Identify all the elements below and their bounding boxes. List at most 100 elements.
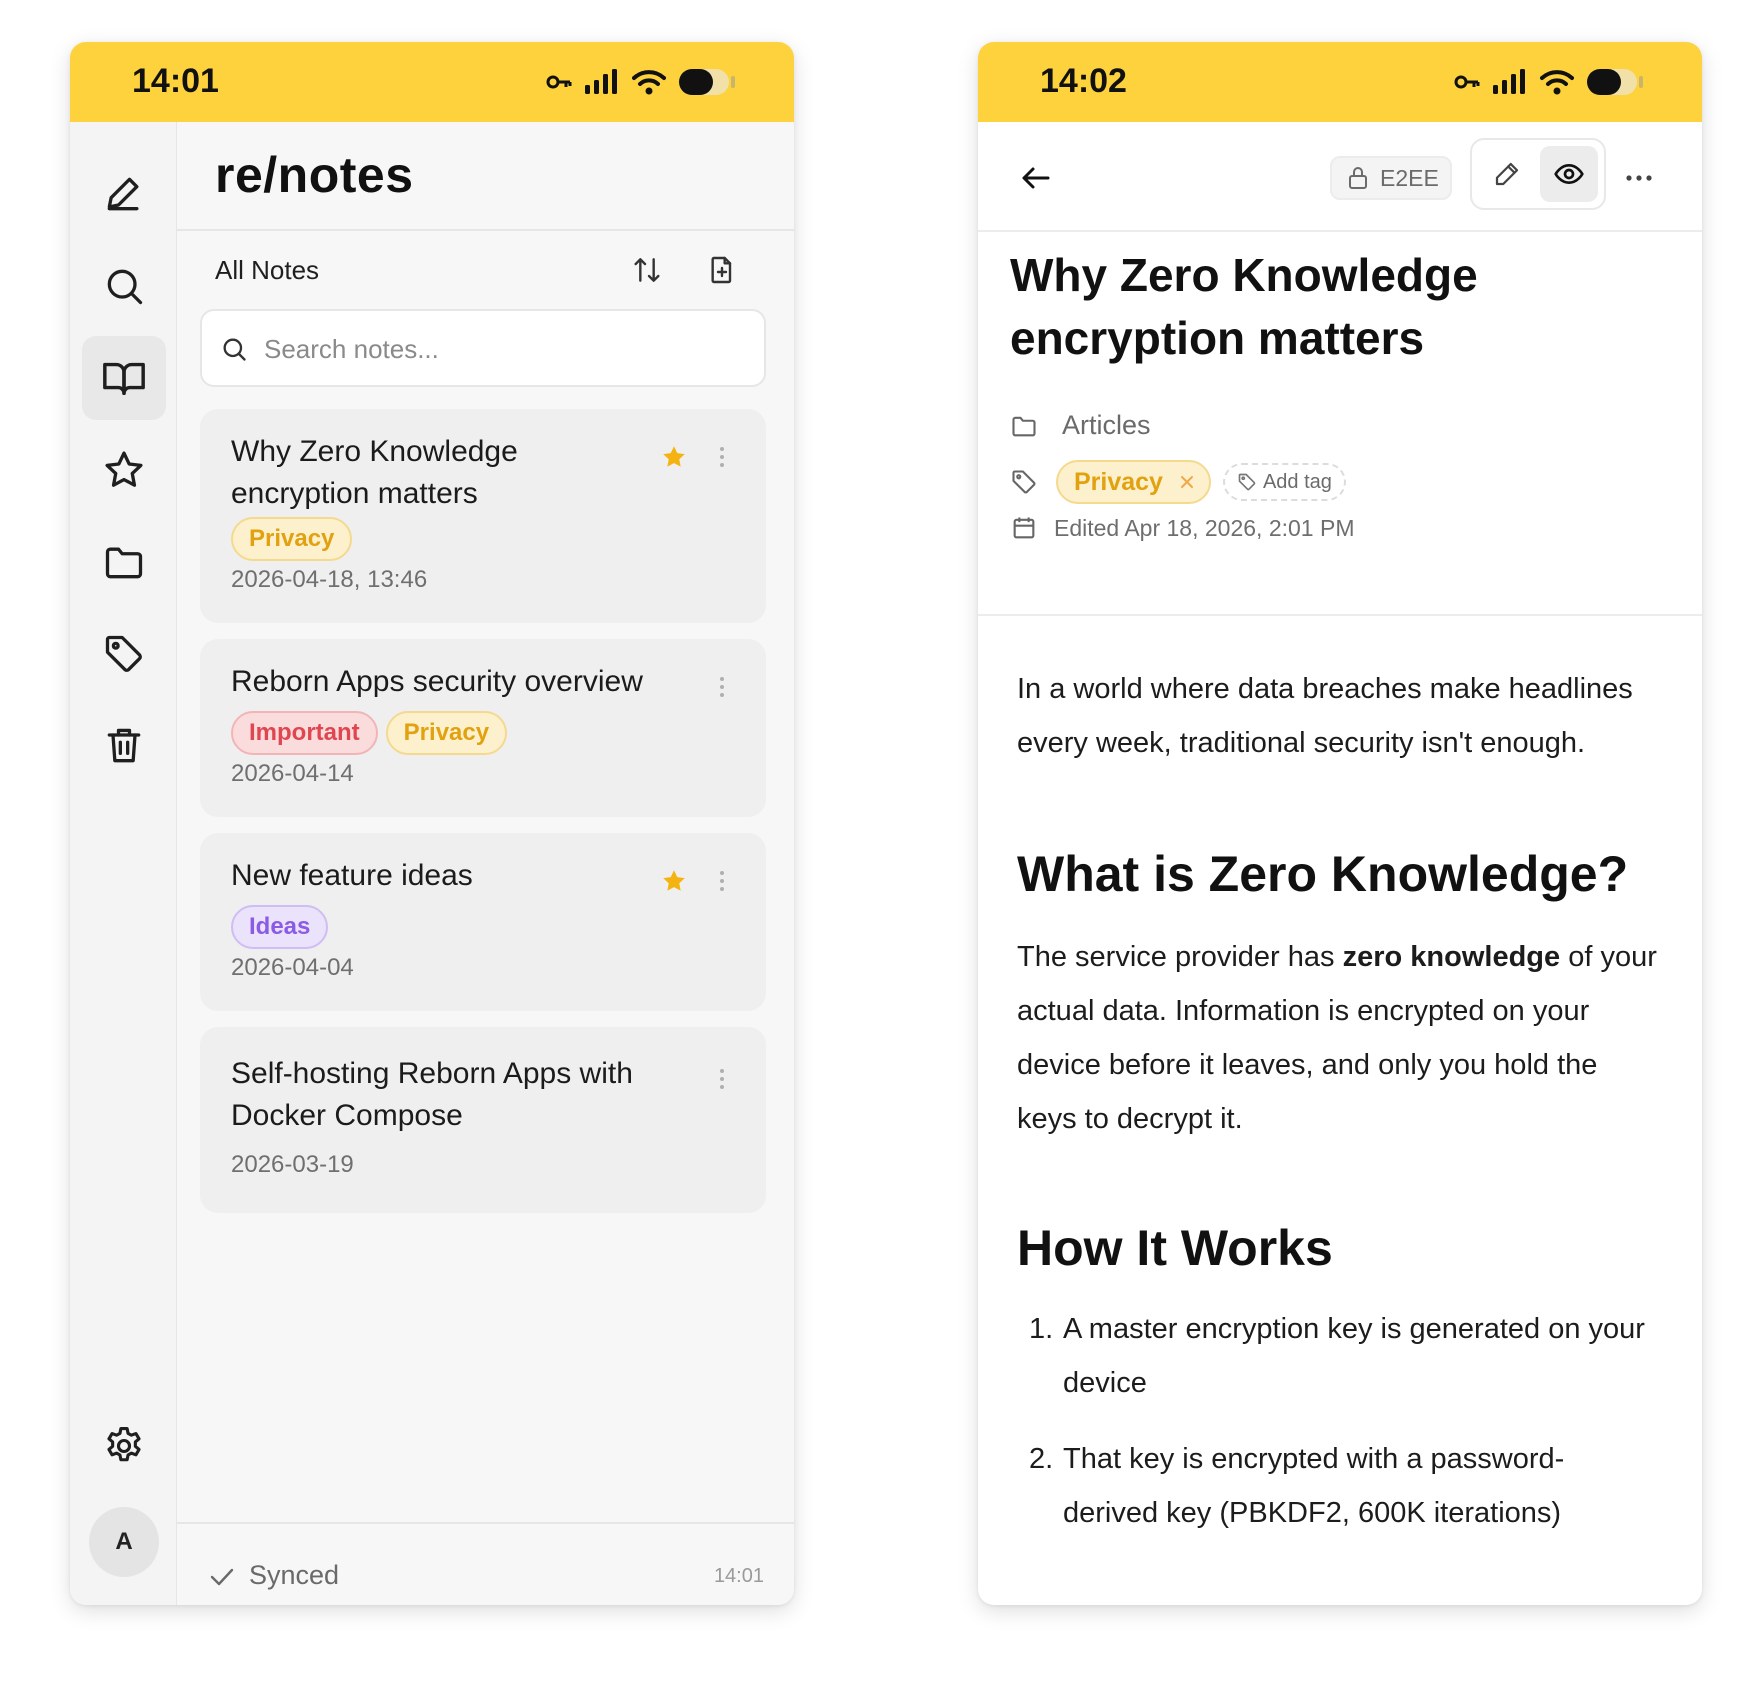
folder-icon <box>1012 416 1036 436</box>
wifi-icon <box>1540 68 1574 96</box>
book-open-icon <box>103 362 145 396</box>
tag-privacy[interactable]: Privacy <box>385 711 508 755</box>
note-card[interactable]: Why Zero Knowledge encryption matters Pr… <box>200 409 766 623</box>
more-vertical-icon[interactable] <box>712 869 732 893</box>
intro-paragraph: In a world where data breaches make head… <box>1017 673 1633 759</box>
heading-how-it-works: How It Works <box>1017 1220 1333 1276</box>
note-detail-screen: 14:02 E2EE Why Zero Knowledge encryption… <box>978 42 1702 1605</box>
sort-arrows-icon <box>634 258 660 282</box>
sync-status: Synced <box>249 1560 340 1590</box>
star-filled-icon[interactable] <box>660 443 688 471</box>
e2ee-label: E2EE <box>1380 164 1439 191</box>
e2ee-badge: E2EE <box>1330 156 1452 200</box>
list-item: 2. That key is encrypted with a password-… <box>1029 1443 1565 1529</box>
close-icon[interactable] <box>1179 474 1195 490</box>
vpn-key-icon <box>1454 74 1480 90</box>
notes-list-screen: 14:01 A re/notes All Notes Search notes.… <box>70 42 794 1605</box>
edit-mode-button[interactable] <box>1478 146 1536 202</box>
notes-list-pane: re/notes All Notes Why Zero Knowledge en… <box>177 122 794 1605</box>
note-title: New feature ideas <box>231 859 473 892</box>
rail-search-button[interactable] <box>82 244 166 328</box>
note-card[interactable]: Reborn Apps security overview Important … <box>200 639 766 817</box>
settings-button[interactable] <box>82 1404 166 1488</box>
zk-paragraph: The service provider has zero knowledge … <box>1017 941 1657 1135</box>
tag-icon <box>105 635 142 672</box>
battery-icon <box>678 68 736 96</box>
search-icon <box>223 338 246 361</box>
tag-privacy[interactable]: Privacy <box>231 517 353 561</box>
status-time: 14:01 <box>132 62 219 100</box>
pencil-icon <box>107 177 139 211</box>
folder-icon <box>105 547 143 579</box>
tag-chip-label: Privacy <box>1074 467 1163 496</box>
more-vertical-icon[interactable] <box>712 1067 732 1091</box>
heading-what-is-zk: What is Zero Knowledge? <box>1017 846 1629 902</box>
sync-time: 14:01 <box>713 1565 764 1587</box>
wifi-icon <box>632 68 666 96</box>
star-filled-icon[interactable] <box>660 867 688 895</box>
signal-icon <box>584 69 620 95</box>
pencil-icon <box>1495 162 1519 186</box>
avatar[interactable]: A <box>89 1507 159 1577</box>
new-note-button[interactable] <box>82 152 166 236</box>
trash-icon <box>107 728 141 763</box>
more-horizontal-icon <box>1626 175 1652 181</box>
mode-toggle <box>1470 138 1606 210</box>
vpn-key-icon <box>546 74 572 90</box>
gear-icon <box>107 1427 141 1462</box>
note-date: 2026-04-18, 13:46 <box>231 566 428 593</box>
note-title: Why Zero Knowledge encryption matters <box>231 435 518 510</box>
add-tag-label: Add tag <box>1262 470 1332 493</box>
rail-all-notes-button[interactable] <box>82 336 166 420</box>
more-options-button[interactable] <box>1614 158 1664 198</box>
tag-icon <box>1238 473 1256 491</box>
lock-icon <box>1349 167 1367 189</box>
file-plus-icon <box>711 256 732 284</box>
tag-icon <box>1012 470 1036 494</box>
search-icon <box>107 269 143 305</box>
note-toolbar: E2EE <box>978 122 1702 230</box>
tags-row: Privacy Add tag <box>1010 460 1346 504</box>
more-vertical-icon[interactable] <box>712 445 732 469</box>
rail-folders-button[interactable] <box>82 520 166 604</box>
note-card[interactable]: New feature ideas Ideas 2026-04-04 <box>200 833 766 1011</box>
search-input[interactable] <box>262 325 746 373</box>
folder-name: Articles <box>1062 410 1151 440</box>
tag-important[interactable]: Important <box>231 711 378 755</box>
new-note-file-button[interactable] <box>702 250 742 290</box>
folder-row[interactable]: Articles <box>1010 410 1151 441</box>
note-date: 2026-04-14 <box>231 760 354 787</box>
check-icon <box>210 1568 234 1586</box>
note-title[interactable]: Why Zero Knowledge encryption matters <box>1010 244 1670 370</box>
rail-tags-button[interactable] <box>82 612 166 696</box>
status-bar: 14:02 <box>978 42 1702 122</box>
bold-term: zero knowledge <box>1342 941 1561 973</box>
rail-favorites-button[interactable] <box>82 428 166 512</box>
star-icon <box>105 451 143 487</box>
note-title: Reborn Apps security overview <box>231 665 643 698</box>
back-button[interactable] <box>1014 156 1058 200</box>
sort-button[interactable] <box>627 250 667 290</box>
rail-trash-button[interactable] <box>82 704 166 788</box>
more-vertical-icon[interactable] <box>712 675 732 699</box>
eye-icon <box>1554 164 1584 184</box>
note-date: 2026-03-19 <box>231 1151 354 1178</box>
list-title: All Notes <box>215 255 320 285</box>
calendar-icon <box>1013 517 1035 539</box>
tag-chip-privacy[interactable]: Privacy <box>1056 460 1211 504</box>
app-logo: re/notes <box>215 147 414 203</box>
note-title: Self-hosting Reborn Apps with Docker Com… <box>231 1057 633 1132</box>
add-tag-button[interactable]: Add tag <box>1222 463 1346 501</box>
status-time: 14:02 <box>1040 62 1127 100</box>
preview-mode-button[interactable] <box>1540 146 1598 202</box>
search-box[interactable] <box>200 309 766 387</box>
list-item: 1. A master encryption key is generated o… <box>1029 1313 1645 1399</box>
status-bar: 14:01 <box>70 42 794 122</box>
arrow-left-icon <box>1022 167 1050 189</box>
navigation-rail: A <box>70 122 177 1605</box>
tag-ideas[interactable]: Ideas <box>231 905 329 949</box>
edited-row: Edited Apr 18, 2026, 2:01 PM <box>1010 514 1354 542</box>
battery-icon <box>1586 68 1644 96</box>
note-body[interactable]: In a world where data breaches make head… <box>1017 662 1657 1540</box>
note-card[interactable]: Self-hosting Reborn Apps with Docker Com… <box>200 1027 766 1213</box>
